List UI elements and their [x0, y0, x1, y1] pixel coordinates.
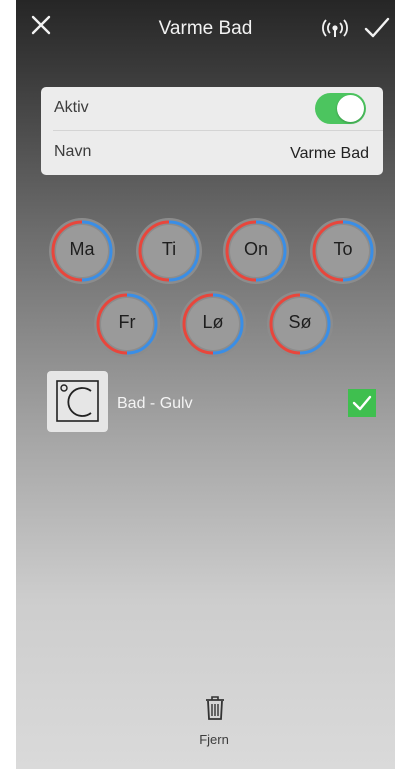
active-label: Aktiv: [54, 99, 89, 116]
settings-card: Aktiv Navn Varme Bad: [41, 87, 383, 175]
day-label: On: [243, 239, 268, 259]
top-bar: Varme Bad: [16, 0, 395, 60]
screen: Varme Bad Aktiv Navn Varme Bad Ma Ti On …: [16, 0, 395, 769]
device-select-checkbox[interactable]: [348, 389, 376, 417]
day-label: Ma: [69, 239, 95, 259]
day-friday[interactable]: Fr: [92, 289, 162, 359]
signal-icon[interactable]: [320, 19, 350, 39]
remove-label: Fjern: [199, 732, 229, 747]
day-label: Lø: [202, 312, 224, 332]
day-label: Sø: [288, 312, 312, 332]
name-row[interactable]: Navn Varme Bad: [41, 131, 383, 175]
active-row: Aktiv: [41, 87, 383, 131]
day-label: Fr: [118, 312, 136, 332]
confirm-checkmark-icon[interactable]: [364, 16, 390, 40]
remove-button[interactable]: Fjern: [186, 690, 242, 752]
day-label: To: [333, 239, 353, 259]
heating-floor-icon: [47, 371, 108, 432]
trash-icon: [206, 696, 224, 720]
day-tuesday[interactable]: Ti: [134, 216, 204, 286]
name-label: Navn: [54, 143, 92, 160]
name-value: Varme Bad: [290, 145, 369, 162]
day-saturday[interactable]: Lø: [178, 289, 248, 359]
day-sunday[interactable]: Sø: [265, 289, 335, 359]
day-label: Ti: [161, 239, 177, 259]
device-name: Bad - Gulv: [117, 395, 193, 412]
active-toggle[interactable]: [315, 93, 366, 124]
toggle-knob: [337, 95, 364, 122]
day-thursday[interactable]: To: [308, 216, 378, 286]
day-monday[interactable]: Ma: [47, 216, 117, 286]
day-wednesday[interactable]: On: [221, 216, 291, 286]
